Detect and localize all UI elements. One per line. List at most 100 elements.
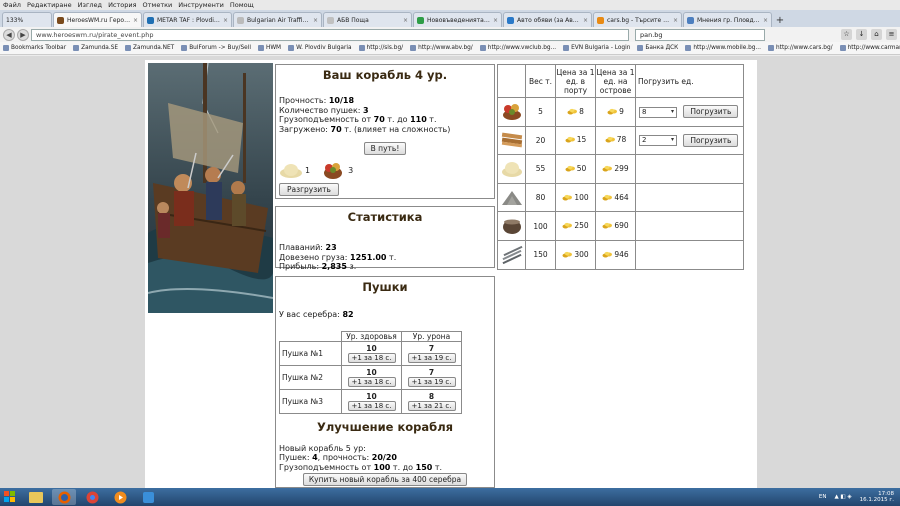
menu-file[interactable]: Файл (3, 1, 21, 9)
bookmark-item[interactable]: http://www.cars.bg/ (768, 45, 833, 51)
market-row: 5 8 9 8 Погрузить (497, 97, 744, 127)
bookmark-item[interactable]: http://www.carmarket... (839, 45, 900, 51)
quantity-select[interactable]: 2 (639, 135, 677, 147)
close-icon[interactable]: × (581, 17, 588, 24)
load-button[interactable]: Погрузить (683, 105, 739, 119)
language-indicator[interactable]: EN (819, 494, 827, 500)
cannon-name: Пушка №2 (279, 364, 342, 390)
bookmark-item[interactable]: Банка ДСК (637, 45, 678, 51)
taskbar-chrome-icon[interactable] (80, 489, 104, 505)
start-button[interactable] (0, 489, 20, 505)
market-row: 55 50 299 (497, 154, 744, 184)
bookmark-item[interactable]: EVN Bulgaria - Login (563, 45, 630, 51)
gold-icon (602, 165, 613, 172)
close-icon[interactable]: × (221, 17, 228, 24)
gold-icon (605, 137, 615, 143)
taskbar-firefox-icon[interactable] (52, 489, 76, 505)
market-header-island-price: Цена за 1 ед. на острове (595, 64, 636, 98)
new-tab-button[interactable]: + (773, 13, 787, 27)
browser-tab[interactable]: Авто обяви (за Автомоби...× (503, 12, 592, 27)
upgrade-health-button[interactable]: +1 за 18 с. (347, 400, 396, 411)
upgrade-damage-button[interactable]: +1 за 21 с. (407, 400, 456, 411)
bookmark-item[interactable]: W. Plovdiv Bulgaria (288, 45, 352, 51)
ship-panel: Ваш корабль 4 ур. Прочность: 10/18 Колич… (275, 64, 495, 199)
bookmark-icon (125, 45, 132, 51)
close-icon[interactable]: × (761, 17, 768, 24)
bookmark-item[interactable]: http://www.mobile.bg... (685, 45, 761, 51)
silver-balance: У вас серебра: 82 (279, 310, 354, 319)
goods-weight: 5 (525, 97, 556, 127)
url-input[interactable]: www.heroeswm.ru/pirate_event.php (31, 28, 629, 41)
upgrade-health-button[interactable]: +1 за 18 с. (347, 376, 396, 387)
cannon-damage-cell: 7 +1 за 19 с. (401, 340, 462, 366)
clock[interactable]: 17:08 16.1.2015 г. (860, 491, 894, 503)
browser-tab[interactable]: Bulgarian Air Traffic Services A...× (233, 12, 322, 27)
menu-bar: Файл Редактиране Изглед История Отметки … (0, 0, 900, 10)
browser-tab[interactable]: HeroesWM.ru Героя войн...× (53, 12, 142, 27)
unload-button[interactable]: Разгрузить (279, 183, 339, 196)
zoom-indicator[interactable]: 133% (2, 12, 52, 27)
gold-icon (602, 194, 613, 201)
load-cell: 2 Погрузить (635, 125, 744, 156)
menu-view[interactable]: Изглед (78, 1, 102, 9)
menu-icon[interactable]: ≡ (886, 29, 897, 40)
upgrade-title: Улучшение корабля (316, 419, 454, 434)
search-input[interactable]: pan.bg (635, 28, 765, 41)
upgrade-damage-button[interactable]: +1 за 19 с. (407, 352, 456, 363)
close-icon[interactable]: × (131, 17, 138, 24)
upgrade-health-button[interactable]: +1 за 18 с. (347, 352, 396, 363)
market-row: 100 250 690 (497, 211, 744, 241)
taskbar-explorer-icon[interactable] (24, 489, 48, 505)
market-header-port-price: Цена за 1 ед. в порту (555, 64, 596, 98)
close-icon[interactable]: × (491, 17, 498, 24)
grain-sack-icon (497, 154, 526, 184)
nav-bar: ◀ ▶ www.heroeswm.ru/pirate_event.php pan… (0, 27, 900, 42)
bookmark-item[interactable]: Zamunda.NET (125, 45, 174, 51)
download-icon[interactable]: ↓ (856, 29, 867, 40)
forward-icon[interactable]: ▶ (17, 28, 29, 41)
home-icon[interactable]: ⌂ (871, 29, 882, 40)
browser-tab[interactable]: METAR TAF : Plovdiv Bulg...× (143, 12, 232, 27)
upgrade-cannons-durability: Пушек: 4, прочность: 20/20 (279, 453, 397, 462)
close-icon[interactable]: × (401, 17, 408, 24)
market-header-icon (497, 64, 526, 98)
tray-icons: ▲ ◧ ◈ (834, 494, 852, 500)
star-icon[interactable]: ☆ (841, 29, 852, 40)
cannon-damage-cell: 8 +1 за 21 с. (401, 388, 462, 414)
gold-icon (602, 251, 613, 258)
bookmark-item[interactable]: Bookmarks Toolbar (3, 45, 66, 51)
menu-edit[interactable]: Редактиране (27, 1, 72, 9)
close-icon[interactable]: × (311, 17, 318, 24)
load-cell: 8 Погрузить (635, 97, 744, 127)
taskbar-network-app-icon[interactable] (136, 489, 160, 505)
close-icon[interactable]: × (671, 17, 678, 24)
bookmark-item[interactable]: BulForum -> Buy/Sell (181, 45, 251, 51)
taskbar-media-icon[interactable] (108, 489, 132, 505)
menu-bookmarks[interactable]: Отметки (143, 1, 173, 9)
bookmark-item[interactable]: http://sls.bg/ (358, 45, 403, 51)
tab-list: HeroesWM.ru Героя войн...×METAR TAF : Pl… (53, 12, 773, 27)
sail-button[interactable]: В путь! (363, 142, 407, 155)
goods-weight: 150 (525, 239, 556, 270)
bookmark-item[interactable]: Zamunda.SE (73, 45, 118, 51)
bookmark-item[interactable]: HWM (257, 45, 281, 51)
menu-history[interactable]: История (108, 1, 136, 9)
load-button[interactable]: Погрузить (683, 133, 739, 147)
back-icon[interactable]: ◀ (3, 28, 15, 41)
browser-tab[interactable]: АБВ Поща × (323, 12, 412, 27)
quantity-select[interactable]: 8 (639, 106, 677, 118)
bookmark-item[interactable]: http://www.vwclub.bg... (479, 45, 556, 51)
cannon-damage-cell: 7 +1 за 19 с. (401, 364, 462, 390)
browser-tab[interactable]: Мнения гр. Пловдив - D...× (683, 12, 772, 27)
browser-tab[interactable]: cars.bg - Търсите Автомо...× (593, 12, 682, 27)
menu-help[interactable]: Помощ (230, 1, 254, 9)
buy-ship-button[interactable]: Купить новый корабль за 400 серебра (302, 473, 468, 486)
pirate-ship-illustration (148, 63, 273, 313)
port-price: 250 (555, 211, 596, 241)
browser-tab[interactable]: Нововъведенията във Фо...× (413, 12, 502, 27)
upgrade-damage-button[interactable]: +1 за 19 с. (407, 376, 456, 387)
menu-tools[interactable]: Инструменти (178, 1, 224, 9)
stats-voyages: Плаваний: 23 (279, 243, 337, 252)
goods-weight: 20 (525, 125, 556, 156)
bookmark-item[interactable]: http://www.abv.bg/ (410, 45, 473, 51)
